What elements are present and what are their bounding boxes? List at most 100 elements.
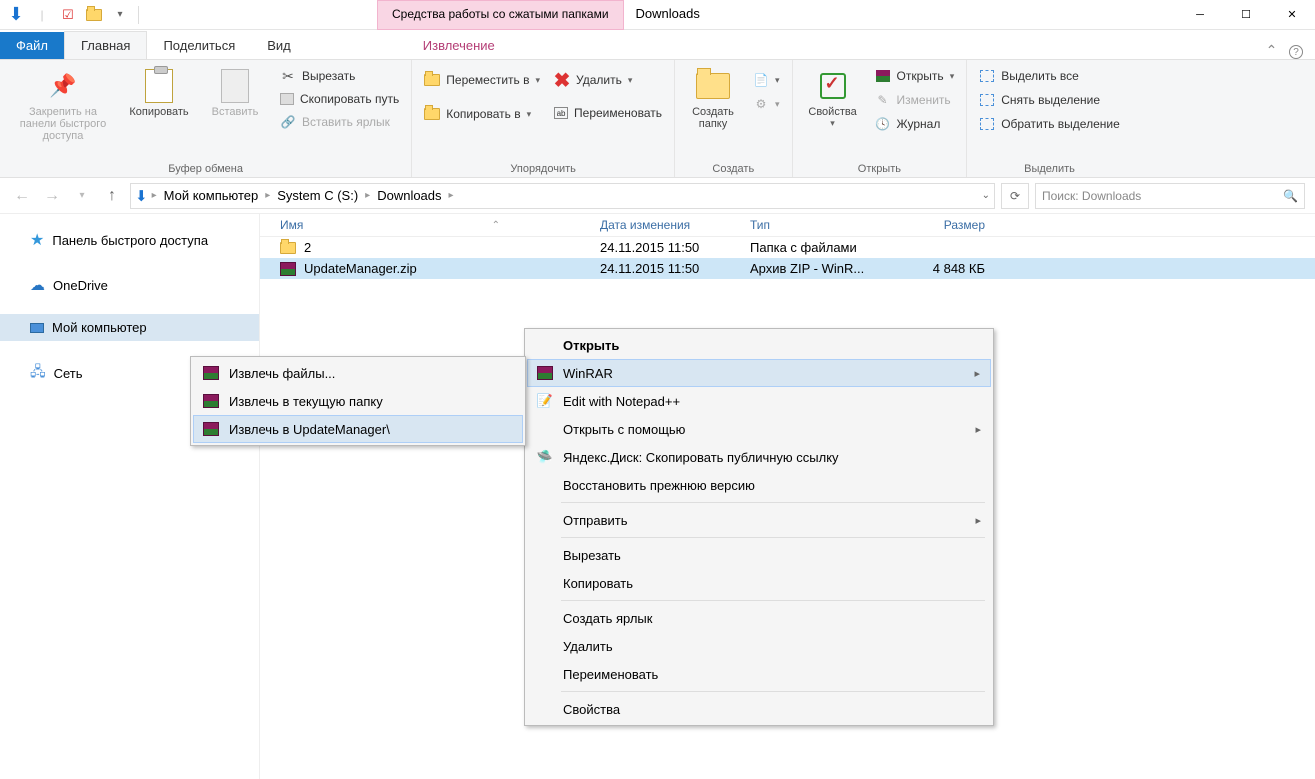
ctx-shortcut[interactable]: Создать ярлык xyxy=(527,604,991,632)
sidebar-item-quick-access[interactable]: ★Панель быстрого доступа xyxy=(0,224,259,256)
select-none-button[interactable]: Снять выделение xyxy=(975,90,1124,110)
app-icon[interactable]: ⬇ xyxy=(4,3,28,27)
search-input[interactable]: Поиск: Downloads 🔍 xyxy=(1035,183,1305,209)
maximize-button[interactable]: ☐ xyxy=(1223,0,1269,30)
submenu-extract-files[interactable]: Извлечь файлы... xyxy=(193,359,523,387)
move-to-label: Переместить в xyxy=(446,73,529,87)
file-row-zip[interactable]: UpdateManager.zip 24.11.2015 11:50 Архив… xyxy=(260,258,1315,279)
invert-selection-button[interactable]: Обратить выделение xyxy=(975,114,1124,134)
copy-button[interactable]: Копировать xyxy=(124,64,194,122)
ctx-open[interactable]: Открыть xyxy=(527,331,991,359)
address-bar: ← → ▾ ↑ ⬇ ▸ Мой компьютер ▸ System C (S:… xyxy=(0,178,1315,214)
col-size-header[interactable]: Размер xyxy=(905,218,995,232)
select-all-button[interactable]: Выделить все xyxy=(975,66,1124,86)
ctx-delete[interactable]: Удалить xyxy=(527,632,991,660)
copy-to-button[interactable]: Копировать в ▾ xyxy=(420,104,544,124)
ribbon-collapse-button[interactable]: ⌃ ? xyxy=(1254,42,1315,60)
winrar-icon xyxy=(201,364,221,382)
breadcrumb-label: System C (S:) xyxy=(277,188,358,203)
ctx-send[interactable]: Отправить▸ xyxy=(527,506,991,534)
paste-button[interactable]: Вставить xyxy=(200,64,270,122)
ctx-properties[interactable]: Свойства xyxy=(527,695,991,723)
qa-newfolder-button[interactable] xyxy=(82,3,106,27)
tab-share[interactable]: Поделиться xyxy=(147,32,251,59)
ctx-rename[interactable]: Переименовать xyxy=(527,660,991,688)
cut-button[interactable]: ✂Вырезать xyxy=(276,66,403,86)
ctx-copy[interactable]: Копировать xyxy=(527,569,991,597)
breadcrumb-seg-mycomp[interactable]: Мой компьютер xyxy=(161,188,262,203)
file-date: 24.11.2015 11:50 xyxy=(600,261,750,276)
submenu-extract-to[interactable]: Извлечь в UpdateManager\ xyxy=(193,415,523,443)
address-dropdown-button[interactable]: ⌄ xyxy=(982,190,990,201)
delete-icon: ✖ xyxy=(554,72,570,88)
separator xyxy=(561,691,985,692)
quick-access-toolbar: ⬇ | ☑ ▾ xyxy=(0,3,147,27)
contextual-tab-label: Средства работы со сжатыми папками xyxy=(377,0,624,30)
delete-button[interactable]: ✖Удалить ▾ xyxy=(550,70,666,90)
select-none-label: Снять выделение xyxy=(1001,93,1100,107)
history-button[interactable]: 🕓Журнал xyxy=(871,114,959,134)
tab-extract[interactable]: Извлечение xyxy=(407,32,511,59)
open-button[interactable]: Открыть ▾ xyxy=(871,66,959,86)
paste-shortcut-button[interactable]: 🔗Вставить ярлык xyxy=(276,112,403,132)
easy-access-button[interactable]: ⚙▾ xyxy=(749,94,784,114)
breadcrumb-label: Мой компьютер xyxy=(164,188,259,203)
context-menu: Открыть WinRAR▸ 📝Edit with Notepad++ Отк… xyxy=(524,328,994,726)
chevron-right-icon[interactable]: ▸ xyxy=(365,190,370,201)
copy-path-button[interactable]: Скопировать путь xyxy=(276,90,403,108)
invert-icon xyxy=(979,116,995,132)
new-folder-button[interactable]: Создать папку xyxy=(683,64,743,134)
sidebar-label: Мой компьютер xyxy=(52,320,147,335)
chevron-right-icon[interactable]: ▸ xyxy=(265,190,270,201)
properties-button[interactable]: Свойства ▾ xyxy=(801,64,865,133)
refresh-button[interactable]: ⟳ xyxy=(1001,183,1029,209)
ctx-winrar[interactable]: WinRAR▸ xyxy=(527,359,991,387)
close-button[interactable]: ✕ xyxy=(1269,0,1315,30)
copy-path-icon xyxy=(280,93,294,105)
sidebar-item-mycomputer[interactable]: Мой компьютер xyxy=(0,314,259,341)
qa-customize-button[interactable]: ▾ xyxy=(108,3,132,27)
col-name-header[interactable]: Имя⌃ xyxy=(260,218,600,232)
chevron-right-icon: ▸ xyxy=(975,514,981,527)
star-icon: ★ xyxy=(30,230,44,250)
copy-icon xyxy=(145,69,173,103)
pin-button[interactable]: 📌 Закрепить на панели быстрого доступа xyxy=(8,64,118,146)
ctx-yandex[interactable]: 🛸Яндекс.Диск: Скопировать публичную ссыл… xyxy=(527,443,991,471)
breadcrumb[interactable]: ⬇ ▸ Мой компьютер ▸ System C (S:) ▸ Down… xyxy=(130,183,995,209)
move-to-button[interactable]: Переместить в ▾ xyxy=(420,70,544,90)
ctx-notepad[interactable]: 📝Edit with Notepad++ xyxy=(527,387,991,415)
ctx-cut[interactable]: Вырезать xyxy=(527,541,991,569)
chevron-right-icon[interactable]: ▸ xyxy=(449,190,454,201)
arrow-down-icon: ⬇ xyxy=(8,4,23,25)
tab-view[interactable]: Вид xyxy=(251,32,307,59)
ribbon-group-create: Создать папку 📄▾ ⚙▾ Создать xyxy=(675,60,793,177)
rename-button[interactable]: abПереименовать xyxy=(550,104,666,122)
new-item-button[interactable]: 📄▾ xyxy=(749,70,784,90)
tab-file[interactable]: Файл xyxy=(0,32,64,59)
col-type-header[interactable]: Тип xyxy=(750,218,905,232)
ribbon: 📌 Закрепить на панели быстрого доступа К… xyxy=(0,60,1315,178)
ctx-open-with[interactable]: Открыть с помощью▸ xyxy=(527,415,991,443)
col-date-header[interactable]: Дата изменения xyxy=(600,218,750,232)
sidebar-label: Сеть xyxy=(54,366,83,381)
ctx-restore[interactable]: Восстановить прежнюю версию xyxy=(527,471,991,499)
up-button[interactable]: ↑ xyxy=(100,184,124,208)
edit-button[interactable]: ✎Изменить xyxy=(871,90,959,110)
chevron-right-icon[interactable]: ▸ xyxy=(152,190,157,201)
file-row-folder[interactable]: 2 24.11.2015 11:50 Папка с файлами xyxy=(260,237,1315,258)
open-label: Открыть xyxy=(897,69,944,83)
qa-properties-button[interactable]: ☑ xyxy=(56,3,80,27)
back-button[interactable]: ← xyxy=(10,184,34,208)
submenu-extract-here[interactable]: Извлечь в текущую папку xyxy=(193,387,523,415)
sidebar-item-onedrive[interactable]: ☁OneDrive xyxy=(0,270,259,300)
forward-button[interactable]: → xyxy=(40,184,64,208)
scissors-icon: ✂ xyxy=(280,68,296,84)
tab-home[interactable]: Главная xyxy=(64,31,147,59)
blank-icon xyxy=(535,420,555,438)
ctx-label: Извлечь файлы... xyxy=(229,366,335,381)
recent-button[interactable]: ▾ xyxy=(70,184,94,208)
minimize-button[interactable]: ─ xyxy=(1177,0,1223,30)
breadcrumb-seg-folder[interactable]: Downloads xyxy=(374,188,444,203)
ctx-label: Edit with Notepad++ xyxy=(563,394,680,409)
breadcrumb-seg-drive[interactable]: System C (S:) xyxy=(274,188,361,203)
